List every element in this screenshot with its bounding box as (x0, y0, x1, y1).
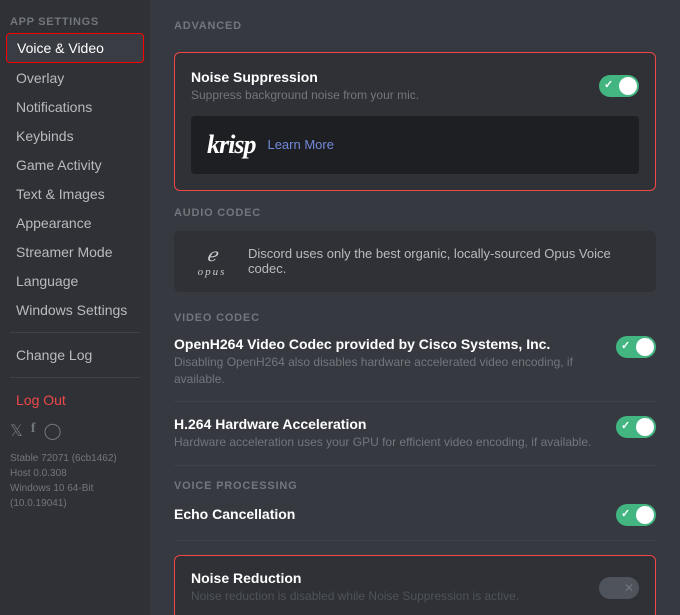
sidebar-item-change-log[interactable]: Change Log (6, 341, 144, 369)
openh264-title: OpenH264 Video Codec provided by Cisco S… (174, 336, 600, 352)
sidebar-item-notifications-label: Notifications (16, 99, 92, 115)
twitter-icon[interactable]: 𝕏 (10, 421, 23, 441)
sidebar-item-logout-label: Log Out (16, 392, 66, 408)
noise-reduction-title: Noise Reduction (191, 570, 583, 586)
opus-description: Discord uses only the best organic, loca… (248, 246, 640, 276)
h264-toggle[interactable] (616, 416, 656, 438)
noise-reduction-label-group: Noise Reduction Noise reduction is disab… (191, 570, 599, 605)
sidebar-version: Stable 72071 (6cb1462) Host 0.0.308 Wind… (0, 447, 150, 515)
openh264-desc: Disabling OpenH264 also disables hardwar… (174, 354, 600, 388)
instagram-icon[interactable]: ◯ (44, 421, 62, 441)
sidebar-item-streamer-mode-label: Streamer Mode (16, 244, 112, 260)
sidebar-item-appearance-label: Appearance (16, 215, 92, 231)
echo-cancellation-toggle[interactable] (616, 504, 656, 526)
noise-reduction-toggle[interactable] (599, 577, 639, 599)
sidebar-section-label: APP SETTINGS (0, 10, 150, 32)
sidebar-divider-2 (10, 377, 140, 378)
sidebar-item-streamer-mode[interactable]: Streamer Mode (6, 238, 144, 266)
sidebar: APP SETTINGS Voice & Video Overlay Notif… (0, 0, 150, 615)
voice-processing-section-title: VOICE PROCESSING (174, 480, 656, 492)
sidebar-item-logout[interactable]: Log Out (6, 386, 144, 414)
facebook-icon[interactable]: f (31, 421, 36, 441)
noise-suppression-toggle[interactable] (599, 75, 639, 97)
noise-reduction-card: Noise Reduction Noise reduction is disab… (174, 555, 656, 615)
noise-suppression-desc: Suppress background noise from your mic. (191, 87, 583, 104)
sidebar-item-windows-settings[interactable]: Windows Settings (6, 296, 144, 324)
sidebar-item-game-activity[interactable]: Game Activity (6, 151, 144, 179)
sidebar-item-language-label: Language (16, 273, 78, 289)
sidebar-item-keybinds[interactable]: Keybinds (6, 122, 144, 150)
sidebar-item-notifications[interactable]: Notifications (6, 93, 144, 121)
sidebar-item-overlay-label: Overlay (16, 70, 64, 86)
sidebar-item-overlay[interactable]: Overlay (6, 64, 144, 92)
openh264-label-group: OpenH264 Video Codec provided by Cisco S… (174, 336, 616, 388)
advanced-section-title: ADVANCED (174, 20, 656, 32)
video-codec-section-title: VIDEO CODEC (174, 312, 656, 324)
h264-desc: Hardware acceleration uses your GPU for … (174, 434, 600, 451)
sidebar-item-appearance[interactable]: Appearance (6, 209, 144, 237)
echo-cancellation-row: Echo Cancellation (174, 504, 656, 541)
sidebar-social-links: 𝕏 f ◯ (0, 415, 150, 447)
sidebar-item-text-images[interactable]: Text & Images (6, 180, 144, 208)
noise-suppression-title: Noise Suppression (191, 69, 583, 85)
sidebar-item-voice-video-label: Voice & Video (17, 40, 104, 56)
h264-row: H.264 Hardware Acceleration Hardware acc… (174, 416, 656, 466)
sidebar-item-change-log-label: Change Log (16, 347, 92, 363)
sidebar-item-text-images-label: Text & Images (16, 186, 105, 202)
krisp-banner: krisp Learn More (191, 116, 639, 174)
krisp-logo: krisp (207, 130, 255, 160)
echo-cancellation-title: Echo Cancellation (174, 506, 295, 522)
main-content: ADVANCED Noise Suppression Suppress back… (150, 0, 680, 615)
noise-suppression-card: Noise Suppression Suppress background no… (174, 52, 656, 191)
audio-codec-section-title: AUDIO CODEC (174, 207, 656, 219)
noise-reduction-desc: Noise reduction is disabled while Noise … (191, 588, 583, 605)
noise-suppression-row: Noise Suppression Suppress background no… (191, 69, 639, 104)
sidebar-item-game-activity-label: Game Activity (16, 157, 102, 173)
sidebar-item-language[interactable]: Language (6, 267, 144, 295)
sidebar-item-windows-settings-label: Windows Settings (16, 302, 127, 318)
sidebar-item-keybinds-label: Keybinds (16, 128, 74, 144)
openh264-row: OpenH264 Video Codec provided by Cisco S… (174, 336, 656, 403)
opus-logo: ℯ opus (190, 245, 234, 278)
sidebar-divider (10, 332, 140, 333)
noise-suppression-label-group: Noise Suppression Suppress background no… (191, 69, 599, 104)
h264-title: H.264 Hardware Acceleration (174, 416, 600, 432)
krisp-learn-more-link[interactable]: Learn More (267, 137, 333, 152)
opus-banner: ℯ opus Discord uses only the best organi… (174, 231, 656, 292)
h264-label-group: H.264 Hardware Acceleration Hardware acc… (174, 416, 616, 451)
sidebar-item-voice-video[interactable]: Voice & Video (6, 33, 144, 63)
openh264-toggle[interactable] (616, 336, 656, 358)
